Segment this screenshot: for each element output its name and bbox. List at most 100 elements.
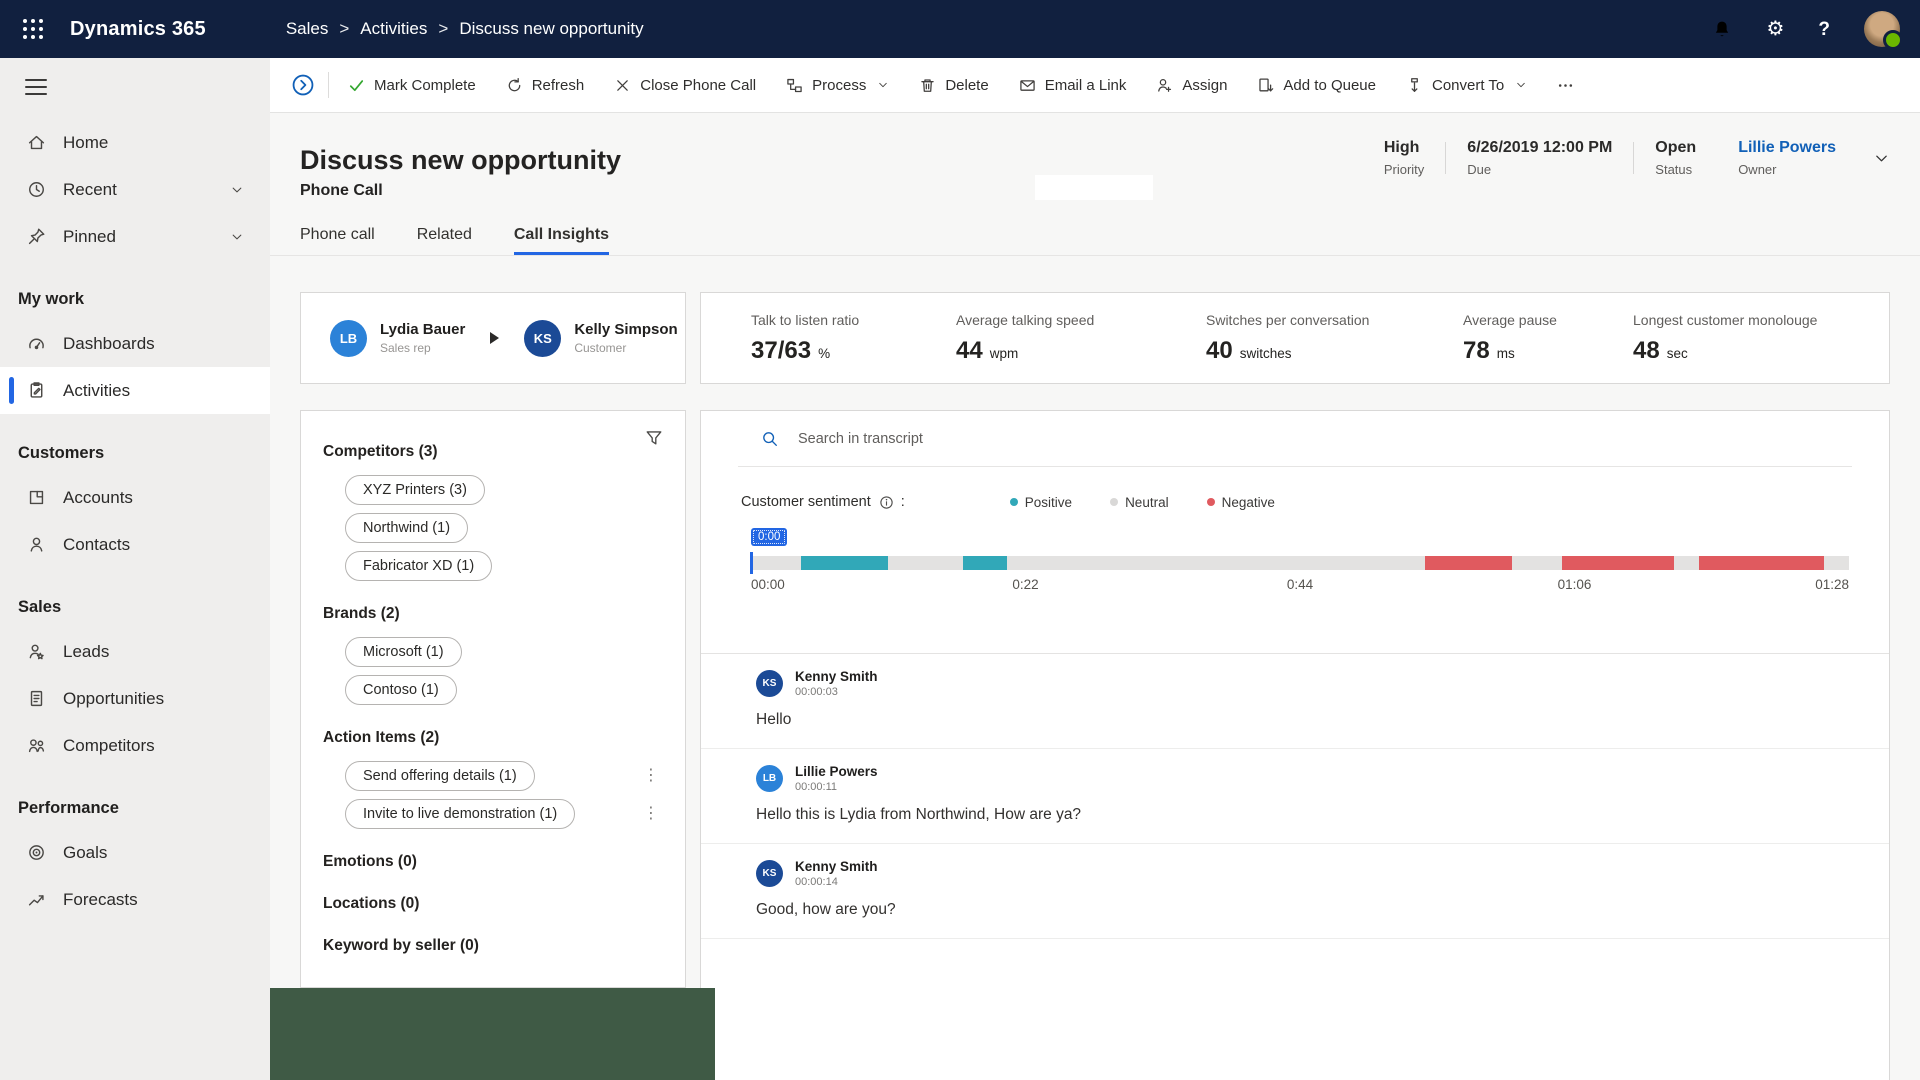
filter-section-keyword-by-seller-0: Keyword by seller (0)	[323, 937, 479, 954]
info-icon[interactable]	[879, 495, 894, 510]
settings-gear-icon[interactable]: ⚙	[1766, 19, 1784, 39]
process-button[interactable]: Process	[771, 58, 904, 112]
sidebar-item-forecasts[interactable]: Forecasts	[0, 876, 270, 923]
filter-chip-northwind-1[interactable]: Northwind (1)	[345, 513, 469, 543]
sidebar-item-home[interactable]: Home	[0, 119, 270, 166]
tab-phone-call[interactable]: Phone call	[300, 226, 375, 255]
sidebar-item-accounts[interactable]: Accounts	[0, 474, 270, 521]
search-input[interactable]	[796, 429, 1400, 448]
command-label: Close Phone Call	[640, 76, 757, 94]
search-icon[interactable]	[761, 430, 779, 448]
record-type-label: Phone Call	[300, 182, 383, 199]
caller-avatar: LB	[330, 319, 367, 357]
filter-chip-microsoft-1[interactable]: Microsoft (1)	[345, 637, 462, 667]
page-title: Discuss new opportunity	[300, 145, 622, 176]
filter-chip-contoso-1[interactable]: Contoso (1)	[345, 675, 457, 705]
breadcrumb-item-activities[interactable]: Activities	[360, 19, 427, 39]
sentiment-timeline-bar[interactable]	[750, 552, 1849, 574]
assign-button[interactable]: Assign	[1141, 58, 1242, 112]
sidebar-item-pinned[interactable]: Pinned	[0, 213, 270, 260]
sidebar-section-customers: Customers	[18, 444, 105, 462]
notifications-bell-icon[interactable]	[1712, 19, 1732, 39]
record-set-navigator-icon[interactable]	[291, 73, 315, 97]
field-value-status: Open	[1655, 139, 1697, 156]
filter-funnel-icon[interactable]	[645, 429, 663, 447]
field-label-due: Due	[1467, 162, 1492, 177]
chip-menu-icon[interactable]: ⋮	[643, 768, 659, 784]
receiver-role: Customer	[574, 341, 627, 355]
app-title: Dynamics 365	[70, 17, 206, 40]
chevron-down-icon[interactable]	[1873, 150, 1890, 167]
field-priority: High Priority	[1363, 139, 1445, 177]
kpi-label: Longest customer monolouge	[1633, 311, 1818, 328]
breadcrumb-item-sales[interactable]: Sales	[286, 19, 329, 39]
user-avatar[interactable]	[1864, 11, 1903, 50]
filter-chip-row: XYZ Printers (3)	[345, 475, 685, 505]
legend-negative: Negative	[1206, 494, 1275, 510]
clock-icon	[27, 180, 46, 199]
insights-filter-panel: Competitors (3) XYZ Printers (3) Northwind…	[300, 410, 686, 988]
check-icon	[348, 77, 365, 94]
sidebar-item-goals[interactable]: Goals	[0, 829, 270, 876]
kpi-value: 37/63	[751, 336, 812, 364]
mark-complete-button[interactable]: Mark Complete	[333, 58, 491, 112]
sidebar-item-recent[interactable]: Recent	[0, 166, 270, 213]
sidebar-toggle-button[interactable]	[25, 79, 47, 95]
breadcrumb-separator: >	[438, 19, 449, 38]
sidebar: Home Recent Pinned My work Dashboards Activit…	[0, 58, 271, 1080]
breadcrumb-item-record[interactable]: Discuss new opportunity	[459, 19, 643, 39]
timeline-cursor-badge: 0:00	[751, 528, 788, 546]
sidebar-item-dashboards[interactable]: Dashboards	[0, 320, 270, 367]
process-icon	[786, 77, 803, 94]
field-value-owner[interactable]: Lillie Powers	[1738, 139, 1836, 157]
legend-label: Negative	[1221, 494, 1275, 510]
filter-chip-send-offering-details-1[interactable]: Send offering details (1)	[345, 761, 535, 791]
sidebar-item-contacts[interactable]: Contacts	[0, 521, 270, 568]
message-timestamp: 00:00:11	[795, 781, 838, 793]
sidebar-section-sales: Sales	[18, 598, 62, 616]
sentiment-label: Customer sentiment	[741, 494, 871, 510]
convert-to-button[interactable]: Convert To	[1391, 58, 1542, 112]
timeline-ticks: 00:00 0:22 0:44 01:06 01:28	[751, 577, 1849, 595]
speaker-avatar: KS	[756, 670, 783, 697]
chevron-down-icon	[877, 79, 889, 91]
home-icon	[27, 133, 46, 152]
email-a-link-button[interactable]: Email a Link	[1004, 58, 1142, 112]
add-to-queue-button[interactable]: Add to Queue	[1242, 58, 1391, 112]
sidebar-item-activities[interactable]: Activities	[0, 367, 270, 414]
close-phone-call-button[interactable]: Close Phone Call	[599, 58, 771, 112]
person-assign-icon	[1156, 77, 1173, 94]
sidebar-item-competitors[interactable]: Competitors	[0, 722, 270, 769]
tab-call-insights[interactable]: Call Insights	[513, 226, 609, 255]
filter-chip-invite-to-live-demonstration-1[interactable]: Invite to live demonstration (1)	[345, 799, 576, 829]
transcript-panel: Customer sentiment : Positive Neutral Nega…	[700, 410, 1890, 1080]
kpi-average-talking-speed: Average talking speed 44 wpm	[956, 312, 1206, 365]
sidebar-item-label: Opportunities	[63, 688, 165, 708]
lead-icon	[27, 642, 46, 661]
help-icon[interactable]: ?	[1818, 20, 1830, 39]
filter-chip-xyz-printers-3[interactable]: XYZ Printers (3)	[345, 475, 485, 505]
call-kpi-card: Talk to listen ratio 37/63% Average talkin…	[700, 292, 1890, 384]
background-green-area	[270, 988, 715, 1080]
app-launcher-icon[interactable]	[18, 14, 48, 44]
sidebar-item-opportunities[interactable]: Opportunities	[0, 675, 270, 722]
message-text: Hello this is Lydia from Northwind, How …	[756, 806, 1082, 823]
kpi-unit: switches	[1239, 345, 1292, 361]
field-status: Open Status	[1634, 139, 1717, 177]
transcript-message: KS Kenny Smith 00:00:03 Hello	[701, 654, 1889, 749]
speaker-name: Kenny Smith	[795, 859, 878, 874]
timeline-badge-wrap: 0:00	[751, 527, 1889, 548]
command-label: Process	[812, 76, 867, 94]
timeline-cursor[interactable]	[750, 552, 753, 574]
refresh-button[interactable]: Refresh	[491, 58, 600, 112]
delete-button[interactable]: Delete	[904, 58, 1003, 112]
chip-menu-icon[interactable]: ⋮	[643, 806, 659, 822]
tab-related[interactable]: Related	[417, 226, 472, 255]
sidebar-item-leads[interactable]: Leads	[0, 628, 270, 675]
record-tabs: Phone call Related Call Insights	[300, 226, 609, 255]
message-text: Hello	[756, 711, 792, 728]
sidebar-item-label: Home	[63, 132, 109, 152]
kpi-label: Switches per conversation	[1206, 311, 1370, 328]
more-commands-button[interactable]	[1542, 58, 1589, 112]
filter-chip-fabricator-xd-1[interactable]: Fabricator XD (1)	[345, 551, 493, 581]
